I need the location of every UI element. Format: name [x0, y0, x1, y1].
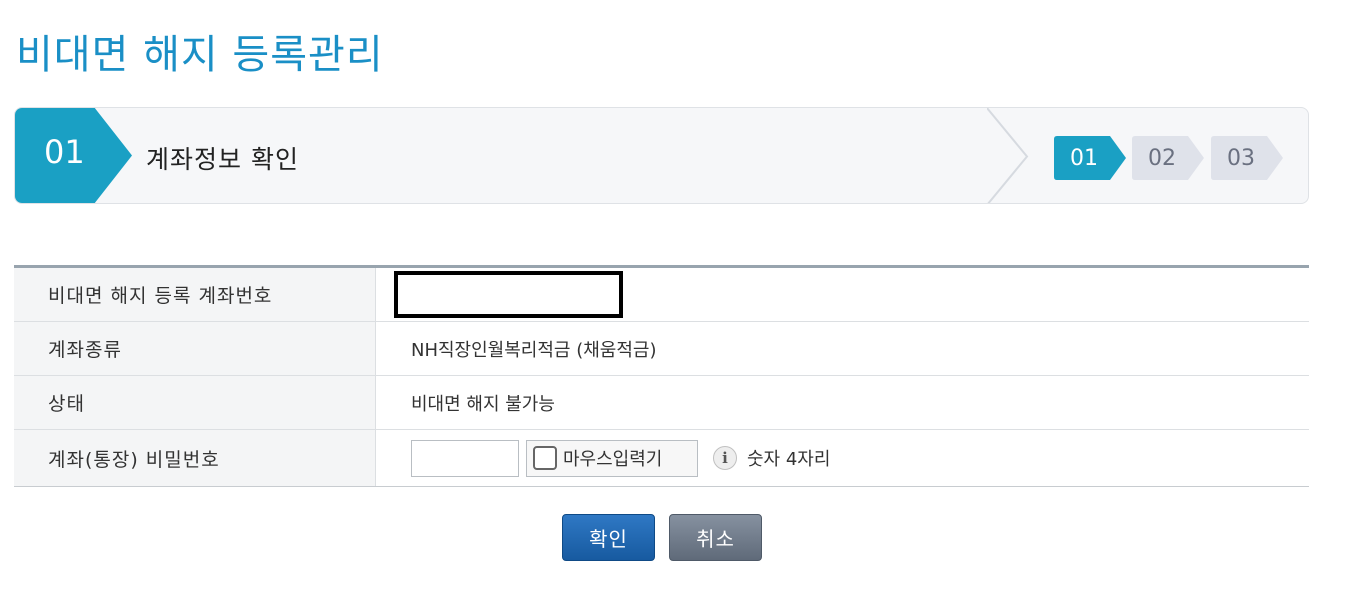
step-indicator-1-label: 01	[1070, 146, 1098, 171]
table-row: 상태 비대면 해지 불가능	[14, 376, 1309, 430]
account-info-table: 비대면 해지 등록 계좌번호 계좌종류 NH직장인월복리적금 (채움적금) 상태…	[14, 265, 1309, 487]
account-type-label: 계좌종류	[14, 322, 376, 375]
mouse-input-checkbox[interactable]	[533, 446, 557, 470]
table-row: 비대면 해지 등록 계좌번호	[14, 268, 1309, 322]
password-input[interactable]	[411, 439, 519, 477]
account-number-label: 비대면 해지 등록 계좌번호	[14, 268, 376, 321]
status-value: 비대면 해지 불가능	[411, 393, 555, 415]
table-row: 계좌종류 NH직장인월복리적금 (채움적금)	[14, 322, 1309, 376]
current-step-name: 계좌정보 확인	[146, 145, 299, 174]
mouse-input-toggle[interactable]: 마우스입력기	[526, 439, 698, 477]
step-divider	[987, 108, 1029, 203]
page-title: 비대면 해지 등록관리	[16, 32, 384, 78]
password-label: 계좌(통장) 비밀번호	[14, 430, 376, 486]
step-indicator-2-label: 02	[1148, 146, 1176, 171]
step-indicator-3-label: 03	[1227, 146, 1255, 171]
password-hint: 숫자 4자리	[747, 449, 831, 470]
info-icon: i	[713, 446, 737, 470]
cancel-button[interactable]: 취소	[669, 514, 762, 561]
current-step-number: 01	[44, 133, 85, 171]
current-step-badge: 01	[15, 108, 134, 203]
step-banner: 01 계좌정보 확인 01 02 03	[14, 107, 1309, 204]
mouse-input-label: 마우스입력기	[563, 449, 663, 470]
confirm-button[interactable]: 확인	[562, 514, 655, 561]
account-type-value: NH직장인월복리적금 (채움적금)	[411, 339, 657, 361]
account-number-value	[394, 271, 623, 318]
table-row: 계좌(통장) 비밀번호 마우스입력기 i 숫자 4자리	[14, 430, 1309, 486]
status-label: 상태	[14, 376, 376, 429]
